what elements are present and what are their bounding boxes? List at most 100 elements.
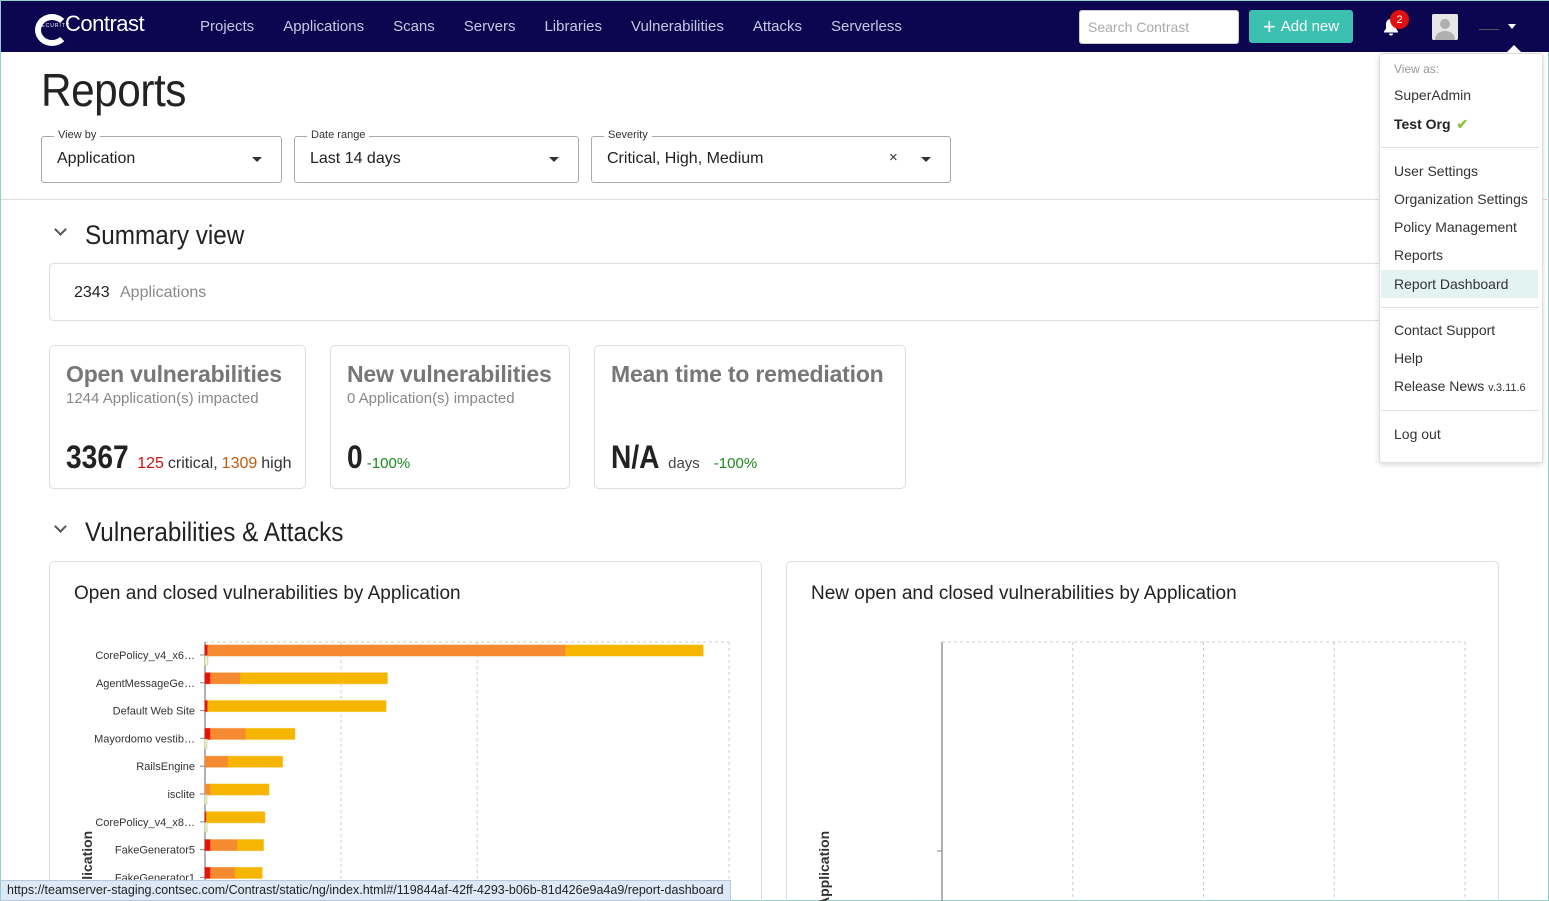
- chevron-down-icon: [252, 157, 262, 162]
- menu-policy-management[interactable]: Policy Management: [1380, 214, 1544, 240]
- menu-help[interactable]: Help: [1380, 345, 1544, 371]
- add-new-button[interactable]: + Add new: [1249, 10, 1353, 43]
- brand-subtitle: SECURITY: [37, 23, 71, 29]
- search-input[interactable]: [1079, 10, 1239, 44]
- new-vuln-change: -100%: [366, 455, 411, 472]
- top-nav-bar: Contrast SECURITY Projects Applications …: [1, 1, 1549, 52]
- bar-segment-medium: [239, 672, 388, 685]
- view-as-heading: View as:: [1394, 62, 1440, 76]
- bar-segment-critical: [204, 727, 211, 740]
- bar-segment-critical: [204, 672, 211, 685]
- summary-collapse-chevron-icon[interactable]: [54, 223, 67, 236]
- user-avatar[interactable]: [1432, 14, 1458, 40]
- severity-select[interactable]: Severity Critical, High, Medium ×: [591, 129, 951, 183]
- y-tick-label: FakeGenerator5: [115, 845, 195, 857]
- nav-servers[interactable]: Servers: [464, 18, 516, 35]
- chevron-down-icon: [921, 157, 931, 162]
- release-news-label: Release News: [1394, 378, 1485, 394]
- open-vuln-total: 3367: [66, 439, 129, 475]
- bar-segment-medium: [207, 700, 387, 713]
- nav-libraries[interactable]: Libraries: [544, 18, 602, 35]
- new-vulnerabilities-card[interactable]: New vulnerabilities 0 Application(s) imp…: [330, 345, 570, 489]
- view-by-value: Application: [57, 150, 136, 167]
- severity-label: Severity: [604, 129, 652, 141]
- user-name[interactable]: [1479, 29, 1499, 30]
- critical-count: 125: [137, 455, 164, 472]
- nav-vulnerabilities[interactable]: Vulnerabilities: [631, 18, 724, 35]
- menu-user-settings[interactable]: User Settings: [1380, 158, 1544, 184]
- severity-value: Critical, High, Medium: [607, 150, 764, 167]
- vuln-attacks-collapse-chevron-icon[interactable]: [54, 520, 67, 533]
- bar-segment-high: [209, 839, 239, 852]
- y-tick-label: AgentMessageGe…: [96, 678, 195, 690]
- mttr-unit: days: [668, 455, 700, 472]
- add-new-label: Add new: [1280, 18, 1340, 35]
- user-dropdown-menu: View as: SuperAdmin Test Org ✔ User Setti…: [1379, 53, 1543, 463]
- date-range-select[interactable]: Date range Last 14 days: [294, 129, 579, 183]
- view-by-select[interactable]: View by Application: [41, 129, 282, 183]
- applications-summary: 2343 Applications: [49, 263, 1449, 321]
- menu-log-out[interactable]: Log out: [1380, 421, 1544, 447]
- y-axis-label: Application: [816, 831, 832, 901]
- bar-segment-medium: [237, 839, 265, 852]
- bar-segment-high: [204, 755, 229, 768]
- page-title: Reports: [41, 64, 186, 116]
- high-label: high: [261, 455, 292, 472]
- bar-segment-medium: [234, 866, 263, 879]
- menu-report-dashboard[interactable]: Report Dashboard: [1381, 270, 1538, 298]
- y-tick-label: Default Web Site: [113, 706, 195, 718]
- date-range-label: Date range: [307, 129, 370, 141]
- high-count: 1309: [221, 455, 258, 472]
- main-nav: Projects Applications Scans Servers Libr…: [200, 1, 931, 52]
- nav-serverless[interactable]: Serverless: [831, 18, 902, 35]
- card-title: Mean time to remediation: [611, 361, 884, 387]
- bar-segment-critical: [204, 839, 211, 852]
- y-tick-label: RailsEngine: [136, 761, 195, 773]
- nav-attacks[interactable]: Attacks: [753, 18, 802, 35]
- applications-count: 2343: [74, 284, 110, 301]
- header-divider: [1, 199, 1549, 200]
- role-test-org[interactable]: Test Org ✔: [1380, 111, 1544, 137]
- bar-segment-closed: [204, 738, 208, 749]
- bar-segment-medium: [565, 644, 704, 657]
- notification-count-badge: 2: [1390, 10, 1409, 29]
- dropdown-arrow: [1506, 45, 1522, 53]
- menu-divider: [1381, 147, 1539, 148]
- open-closed-vulns-chart: CorePolicy_v4_x6… AgentMessageGe… Default …: [79, 641, 730, 901]
- clear-selection-icon[interactable]: ×: [889, 149, 898, 166]
- new-vuln-total: 0: [347, 439, 363, 475]
- bar-segment-high: [209, 672, 241, 685]
- card-subtitle: 0 Application(s) impacted: [347, 390, 515, 407]
- nav-scans[interactable]: Scans: [393, 18, 435, 35]
- version-label: v.3.11.6: [1488, 382, 1526, 394]
- bar-segment-high: [207, 644, 567, 657]
- bar-segment-high: [209, 727, 247, 740]
- summary-section-title: Summary view: [85, 220, 245, 250]
- menu-reports[interactable]: Reports: [1380, 242, 1544, 268]
- applications-label: Applications: [120, 284, 207, 301]
- menu-organization-settings[interactable]: Organization Settings: [1380, 186, 1544, 212]
- bar-segment-medium: [209, 783, 270, 796]
- nav-projects[interactable]: Projects: [200, 18, 254, 35]
- card-subtitle: 1244 Application(s) impacted: [66, 390, 259, 407]
- bar-segment-medium: [205, 811, 266, 824]
- bar-segment-high: [204, 783, 211, 796]
- view-by-label: View by: [54, 129, 101, 141]
- card-title: New vulnerabilities: [347, 361, 552, 387]
- menu-release-news[interactable]: Release News v.3.11.6: [1380, 373, 1544, 399]
- critical-label: critical,: [167, 455, 218, 472]
- bar-segment-closed: [204, 794, 208, 805]
- y-tick-label: CorePolicy_v4_x6…: [95, 650, 195, 662]
- checkmark-icon: ✔: [1456, 116, 1469, 132]
- menu-divider: [1381, 307, 1539, 308]
- open-vulnerabilities-card[interactable]: Open vulnerabilities 1244 Application(s)…: [49, 345, 306, 489]
- bar-segment-medium: [245, 727, 296, 740]
- chevron-down-icon: [549, 157, 559, 162]
- role-superadmin[interactable]: SuperAdmin: [1380, 82, 1544, 108]
- user-menu-caret-icon[interactable]: [1508, 24, 1516, 29]
- mean-time-remediation-card[interactable]: Mean time to remediation N/A days -100%: [594, 345, 906, 489]
- menu-contact-support[interactable]: Contact Support: [1380, 317, 1544, 343]
- nav-applications[interactable]: Applications: [283, 18, 364, 35]
- y-tick-label: isclite: [167, 789, 195, 801]
- menu-divider: [1381, 410, 1539, 411]
